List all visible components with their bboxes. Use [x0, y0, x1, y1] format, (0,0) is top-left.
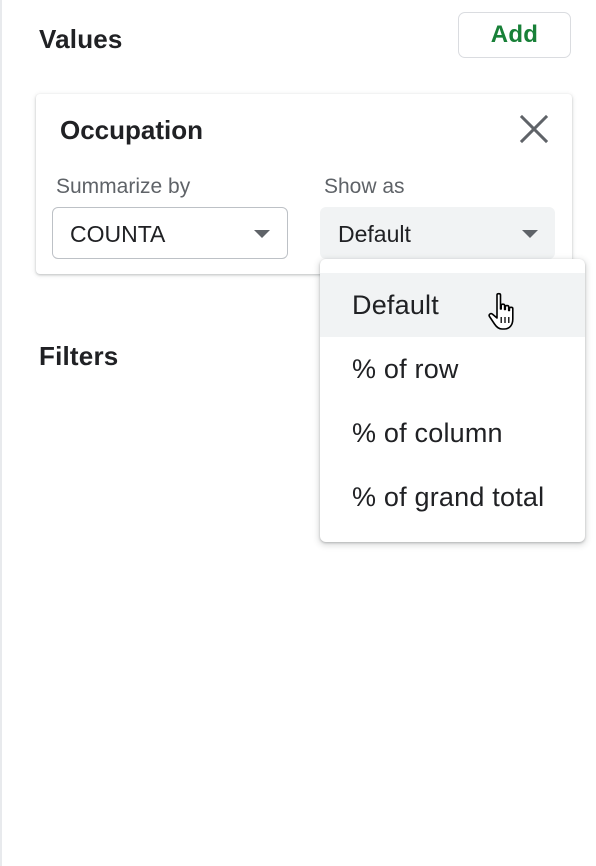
- close-icon: [519, 114, 549, 144]
- hand-pointer-cursor: [486, 292, 522, 334]
- value-field-card: Occupation Summarize by Show as COUNTA D…: [36, 94, 572, 274]
- show-as-dropdown-menu: Default % of row % of column % of grand …: [320, 259, 585, 542]
- menu-item-percent-of-column[interactable]: % of column: [320, 401, 585, 465]
- remove-value-button[interactable]: [517, 112, 551, 146]
- dropdown-arrow-icon: [254, 230, 270, 238]
- add-value-button[interactable]: Add: [458, 12, 571, 58]
- show-as-label: Show as: [324, 175, 405, 198]
- menu-item-percent-of-row[interactable]: % of row: [320, 337, 585, 401]
- summarize-by-select[interactable]: COUNTA: [52, 207, 288, 259]
- pivot-editor-panel: Values Add Occupation Summarize by Show …: [0, 0, 596, 866]
- summarize-by-value: COUNTA: [70, 221, 166, 247]
- menu-item-percent-of-grand-total[interactable]: % of grand total: [320, 465, 585, 529]
- values-section-title: Values: [39, 24, 123, 54]
- summarize-by-label: Summarize by: [56, 175, 191, 198]
- show-as-value: Default: [338, 221, 411, 247]
- dropdown-arrow-icon: [522, 230, 538, 238]
- menu-item-default[interactable]: Default: [320, 273, 585, 337]
- value-field-title: Occupation: [60, 115, 204, 145]
- filters-section-title: Filters: [39, 341, 119, 371]
- show-as-select[interactable]: Default: [320, 207, 555, 259]
